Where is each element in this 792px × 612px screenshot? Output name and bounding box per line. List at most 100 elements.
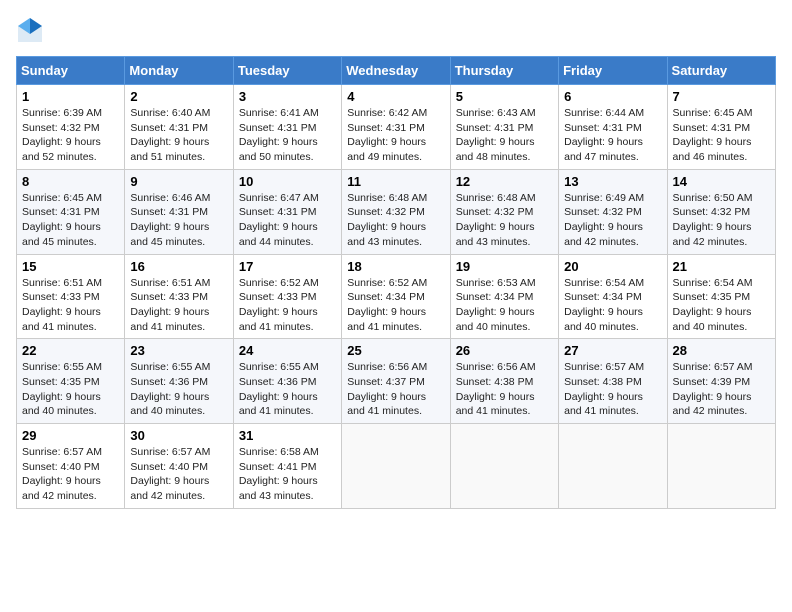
day-info: Sunrise: 6:45 AM Sunset: 4:31 PM Dayligh… xyxy=(673,106,770,165)
logo xyxy=(16,16,48,44)
calendar-day-cell: 30 Sunrise: 6:57 AM Sunset: 4:40 PM Dayli… xyxy=(125,424,233,509)
calendar-day-cell: 20Sunrise: 6:54 AM Sunset: 4:34 PM Dayli… xyxy=(559,254,667,339)
day-number: 24 xyxy=(239,343,336,358)
calendar-day-cell: 1 Sunrise: 6:39 AM Sunset: 4:32 PM Daylig… xyxy=(17,85,125,170)
day-number: 11 xyxy=(347,174,444,189)
day-info: Sunrise: 6:49 AM Sunset: 4:32 PM Dayligh… xyxy=(564,191,661,250)
day-number: 15 xyxy=(22,259,119,274)
day-number: 18 xyxy=(347,259,444,274)
calendar-day-cell: 17 Sunrise: 6:52 AM Sunset: 4:33 PM Dayli… xyxy=(233,254,341,339)
calendar-week-row: 8 Sunrise: 6:45 AM Sunset: 4:31 PM Daylig… xyxy=(17,169,776,254)
day-number: 14 xyxy=(673,174,770,189)
day-info: Sunrise: 6:58 AM Sunset: 4:41 PM Dayligh… xyxy=(239,445,336,504)
day-number: 27 xyxy=(564,343,661,358)
day-number: 3 xyxy=(239,89,336,104)
calendar-week-row: 1 Sunrise: 6:39 AM Sunset: 4:32 PM Daylig… xyxy=(17,85,776,170)
day-info: Sunrise: 6:48 AM Sunset: 4:32 PM Dayligh… xyxy=(347,191,444,250)
calendar-day-cell: 19 Sunrise: 6:53 AM Sunset: 4:34 PM Dayli… xyxy=(450,254,558,339)
calendar-day-cell: 28Sunrise: 6:57 AM Sunset: 4:39 PM Dayli… xyxy=(667,339,775,424)
calendar-day-cell: 8 Sunrise: 6:45 AM Sunset: 4:31 PM Daylig… xyxy=(17,169,125,254)
day-info: Sunrise: 6:41 AM Sunset: 4:31 PM Dayligh… xyxy=(239,106,336,165)
day-number: 26 xyxy=(456,343,553,358)
weekday-header: Friday xyxy=(559,57,667,85)
weekday-header: Saturday xyxy=(667,57,775,85)
day-info: Sunrise: 6:45 AM Sunset: 4:31 PM Dayligh… xyxy=(22,191,119,250)
calendar-day-cell: 12Sunrise: 6:48 AM Sunset: 4:32 PM Dayli… xyxy=(450,169,558,254)
day-info: Sunrise: 6:40 AM Sunset: 4:31 PM Dayligh… xyxy=(130,106,227,165)
day-number: 8 xyxy=(22,174,119,189)
calendar-day-cell: 21Sunrise: 6:54 AM Sunset: 4:35 PM Dayli… xyxy=(667,254,775,339)
logo-icon xyxy=(16,16,44,44)
weekday-header: Monday xyxy=(125,57,233,85)
day-number: 13 xyxy=(564,174,661,189)
calendar-day-cell: 7 Sunrise: 6:45 AM Sunset: 4:31 PM Daylig… xyxy=(667,85,775,170)
calendar-day-cell: 9 Sunrise: 6:46 AM Sunset: 4:31 PM Daylig… xyxy=(125,169,233,254)
day-info: Sunrise: 6:54 AM Sunset: 4:35 PM Dayligh… xyxy=(673,276,770,335)
day-number: 25 xyxy=(347,343,444,358)
calendar-day-cell: 24 Sunrise: 6:55 AM Sunset: 4:36 PM Dayli… xyxy=(233,339,341,424)
day-info: Sunrise: 6:57 AM Sunset: 4:40 PM Dayligh… xyxy=(130,445,227,504)
weekday-header: Sunday xyxy=(17,57,125,85)
day-info: Sunrise: 6:39 AM Sunset: 4:32 PM Dayligh… xyxy=(22,106,119,165)
weekday-header: Wednesday xyxy=(342,57,450,85)
day-info: Sunrise: 6:43 AM Sunset: 4:31 PM Dayligh… xyxy=(456,106,553,165)
day-info: Sunrise: 6:52 AM Sunset: 4:34 PM Dayligh… xyxy=(347,276,444,335)
day-number: 10 xyxy=(239,174,336,189)
day-info: Sunrise: 6:56 AM Sunset: 4:37 PM Dayligh… xyxy=(347,360,444,419)
calendar-day-cell: 15 Sunrise: 6:51 AM Sunset: 4:33 PM Dayli… xyxy=(17,254,125,339)
calendar-day-cell: 29Sunrise: 6:57 AM Sunset: 4:40 PM Dayli… xyxy=(17,424,125,509)
day-number: 31 xyxy=(239,428,336,443)
day-info: Sunrise: 6:50 AM Sunset: 4:32 PM Dayligh… xyxy=(673,191,770,250)
calendar-day-cell: 11 Sunrise: 6:48 AM Sunset: 4:32 PM Dayli… xyxy=(342,169,450,254)
day-info: Sunrise: 6:51 AM Sunset: 4:33 PM Dayligh… xyxy=(22,276,119,335)
day-info: Sunrise: 6:53 AM Sunset: 4:34 PM Dayligh… xyxy=(456,276,553,335)
day-number: 28 xyxy=(673,343,770,358)
calendar-day-cell: 3 Sunrise: 6:41 AM Sunset: 4:31 PM Daylig… xyxy=(233,85,341,170)
calendar-day-cell: 5Sunrise: 6:43 AM Sunset: 4:31 PM Daylig… xyxy=(450,85,558,170)
calendar-day-cell xyxy=(559,424,667,509)
calendar-day-cell: 16 Sunrise: 6:51 AM Sunset: 4:33 PM Dayli… xyxy=(125,254,233,339)
day-info: Sunrise: 6:42 AM Sunset: 4:31 PM Dayligh… xyxy=(347,106,444,165)
calendar-day-cell xyxy=(450,424,558,509)
day-info: Sunrise: 6:52 AM Sunset: 4:33 PM Dayligh… xyxy=(239,276,336,335)
day-number: 2 xyxy=(130,89,227,104)
calendar-day-cell: 4 Sunrise: 6:42 AM Sunset: 4:31 PM Daylig… xyxy=(342,85,450,170)
day-number: 7 xyxy=(673,89,770,104)
page-header xyxy=(16,16,776,44)
calendar-day-cell: 23Sunrise: 6:55 AM Sunset: 4:36 PM Dayli… xyxy=(125,339,233,424)
day-number: 4 xyxy=(347,89,444,104)
calendar-day-cell xyxy=(342,424,450,509)
day-info: Sunrise: 6:47 AM Sunset: 4:31 PM Dayligh… xyxy=(239,191,336,250)
day-number: 1 xyxy=(22,89,119,104)
day-info: Sunrise: 6:48 AM Sunset: 4:32 PM Dayligh… xyxy=(456,191,553,250)
calendar-day-cell: 2 Sunrise: 6:40 AM Sunset: 4:31 PM Daylig… xyxy=(125,85,233,170)
calendar-day-cell: 13 Sunrise: 6:49 AM Sunset: 4:32 PM Dayli… xyxy=(559,169,667,254)
calendar-day-cell: 10 Sunrise: 6:47 AM Sunset: 4:31 PM Dayli… xyxy=(233,169,341,254)
calendar-day-cell xyxy=(667,424,775,509)
weekday-header: Tuesday xyxy=(233,57,341,85)
calendar-day-cell: 18 Sunrise: 6:52 AM Sunset: 4:34 PM Dayli… xyxy=(342,254,450,339)
calendar-day-cell: 22 Sunrise: 6:55 AM Sunset: 4:35 PM Dayli… xyxy=(17,339,125,424)
day-info: Sunrise: 6:55 AM Sunset: 4:36 PM Dayligh… xyxy=(239,360,336,419)
day-info: Sunrise: 6:46 AM Sunset: 4:31 PM Dayligh… xyxy=(130,191,227,250)
day-number: 30 xyxy=(130,428,227,443)
day-number: 17 xyxy=(239,259,336,274)
day-info: Sunrise: 6:57 AM Sunset: 4:38 PM Dayligh… xyxy=(564,360,661,419)
calendar-day-cell: 6Sunrise: 6:44 AM Sunset: 4:31 PM Daylig… xyxy=(559,85,667,170)
day-number: 16 xyxy=(130,259,227,274)
calendar-table: SundayMondayTuesdayWednesdayThursdayFrid… xyxy=(16,56,776,509)
calendar-week-row: 29 Sunrise: 6:57 AM Sunset: 4:40 PM Dayli… xyxy=(17,424,776,509)
day-info: Sunrise: 6:55 AM Sunset: 4:35 PM Dayligh… xyxy=(22,360,119,419)
day-number: 9 xyxy=(130,174,227,189)
calendar-day-cell: 14 Sunrise: 6:50 AM Sunset: 4:32 PM Dayli… xyxy=(667,169,775,254)
day-number: 29 xyxy=(22,428,119,443)
day-number: 23 xyxy=(130,343,227,358)
calendar-day-cell: 26Sunrise: 6:56 AM Sunset: 4:38 PM Dayli… xyxy=(450,339,558,424)
day-info: Sunrise: 6:51 AM Sunset: 4:33 PM Dayligh… xyxy=(130,276,227,335)
weekday-header: Thursday xyxy=(450,57,558,85)
day-number: 22 xyxy=(22,343,119,358)
calendar-day-cell: 25 Sunrise: 6:56 AM Sunset: 4:37 PM Dayli… xyxy=(342,339,450,424)
calendar-header: SundayMondayTuesdayWednesdayThursdayFrid… xyxy=(17,57,776,85)
day-info: Sunrise: 6:44 AM Sunset: 4:31 PM Dayligh… xyxy=(564,106,661,165)
day-number: 19 xyxy=(456,259,553,274)
